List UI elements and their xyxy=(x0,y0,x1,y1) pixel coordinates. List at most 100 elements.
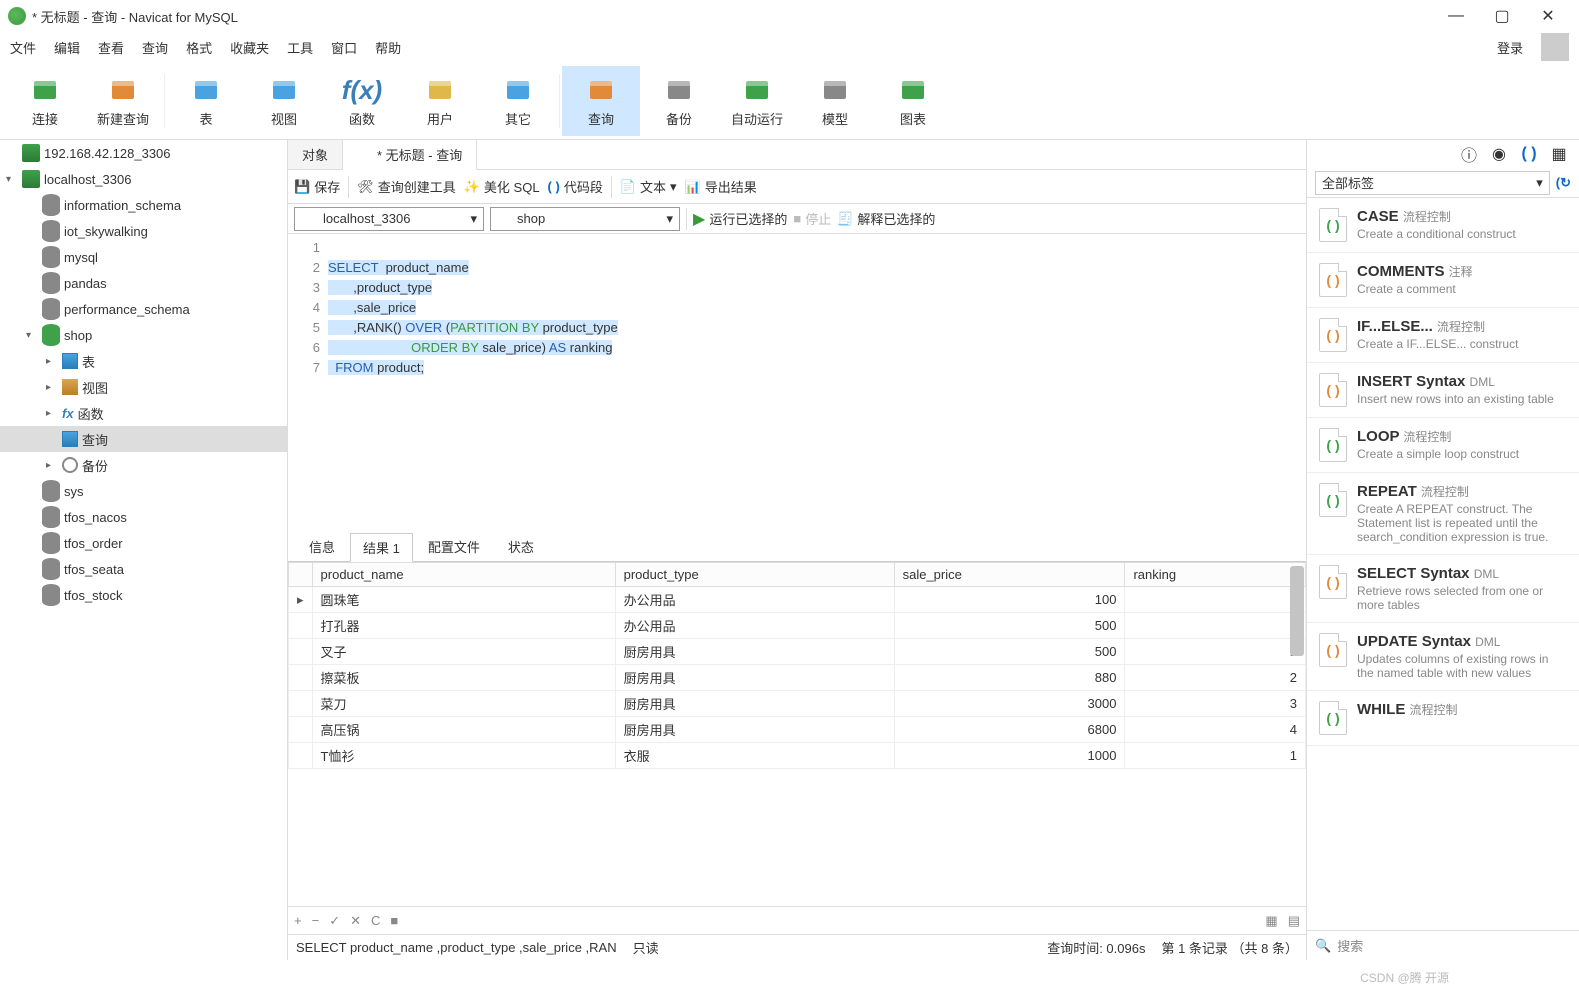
snippet-search[interactable]: 🔍 搜索 xyxy=(1307,930,1579,960)
toolbar-backup-icon[interactable]: 备份 xyxy=(640,66,718,136)
table-row[interactable]: 叉子厨房用具5001 xyxy=(289,639,1306,665)
tree-node[interactable]: pandas xyxy=(0,270,287,296)
minimize-button[interactable]: — xyxy=(1433,0,1479,32)
snippet-item[interactable]: ( )UPDATE Syntax DMLUpdates columns of e… xyxy=(1307,623,1579,691)
table-row[interactable]: T恤衫衣服10001 xyxy=(289,743,1306,769)
maximize-button[interactable]: ▢ xyxy=(1479,0,1525,32)
snippet-tab-icon[interactable]: ( ) xyxy=(1519,144,1539,164)
tree-node[interactable]: ▸视图 xyxy=(0,374,287,400)
snippet-item[interactable]: ( )CASE 流程控制Create a conditional constru… xyxy=(1307,198,1579,253)
snippet-item[interactable]: ( )INSERT Syntax DMLInsert new rows into… xyxy=(1307,363,1579,418)
tree-node[interactable]: information_schema xyxy=(0,192,287,218)
table-row[interactable]: 高压锅厨房用具68004 xyxy=(289,717,1306,743)
menu-window[interactable]: 窗口 xyxy=(331,38,357,57)
menu-format[interactable]: 格式 xyxy=(186,38,212,57)
export-result-button[interactable]: 📊 导出结果 xyxy=(685,177,757,196)
menu-view[interactable]: 查看 xyxy=(98,38,124,57)
tree-node[interactable]: tfos_seata xyxy=(0,556,287,582)
database-select[interactable]: shop▾ xyxy=(490,207,680,231)
menu-login[interactable]: 登录 xyxy=(1497,38,1523,57)
commit-button[interactable]: ✓ xyxy=(329,913,340,929)
grid-view-button[interactable]: ▦ xyxy=(1265,913,1277,929)
table-row[interactable]: ▸圆珠笔办公用品1001 xyxy=(289,587,1306,613)
snippet-item[interactable]: ( )SELECT Syntax DMLRetrieve rows select… xyxy=(1307,555,1579,623)
expander-icon[interactable]: ▸ xyxy=(46,460,58,471)
vertical-scrollbar[interactable] xyxy=(1290,566,1304,656)
toolbar-auto-icon[interactable]: 自动运行 xyxy=(718,66,796,136)
toolbar-model-icon[interactable]: 模型 xyxy=(796,66,874,136)
result-grid[interactable]: product_nameproduct_typesale_pricerankin… xyxy=(288,562,1306,906)
menu-query[interactable]: 查询 xyxy=(142,38,168,57)
run-selected-button[interactable]: ▶ 运行已选择的 xyxy=(693,209,787,229)
expander-icon[interactable]: ▸ xyxy=(46,408,58,419)
toolbar-other-icon[interactable]: 其它 xyxy=(479,66,557,136)
snippet-item[interactable]: ( )REPEAT 流程控制Create A REPEAT construct.… xyxy=(1307,473,1579,555)
explain-button[interactable]: 🧾 解释已选择的 xyxy=(837,209,935,228)
info-tab-icon[interactable]: ⓘ xyxy=(1459,144,1479,164)
tree-node[interactable]: ▾shop xyxy=(0,322,287,348)
toolbar-user-icon[interactable]: 用户 xyxy=(401,66,479,136)
query-builder-button[interactable]: 🛠 查询创建工具 xyxy=(357,177,456,196)
tab-status[interactable]: 状态 xyxy=(495,532,547,561)
tag-filter-select[interactable]: 全部标签▾ xyxy=(1315,171,1550,195)
preview-tab-icon[interactable]: ◉ xyxy=(1489,144,1509,164)
menu-edit[interactable]: 编辑 xyxy=(54,38,80,57)
refresh-button[interactable]: C xyxy=(371,913,380,928)
close-button[interactable]: ✕ xyxy=(1525,0,1571,32)
menu-help[interactable]: 帮助 xyxy=(375,38,401,57)
table-row[interactable]: 打孔器办公用品5002 xyxy=(289,613,1306,639)
col-header[interactable]: sale_price xyxy=(894,563,1125,587)
cancel-button[interactable]: ✕ xyxy=(350,913,361,929)
tree-node[interactable]: tfos_nacos xyxy=(0,504,287,530)
tree-node[interactable]: 查询 xyxy=(0,426,287,452)
snippet-item[interactable]: ( )IF...ELSE... 流程控制Create a IF...ELSE..… xyxy=(1307,308,1579,363)
expander-icon[interactable]: ▾ xyxy=(26,330,38,341)
tree-node[interactable]: ▸fx函数 xyxy=(0,400,287,426)
refresh-snippets-button[interactable]: (↻ xyxy=(1556,175,1571,191)
tree-node[interactable]: tfos_order xyxy=(0,530,287,556)
remove-row-button[interactable]: − xyxy=(312,913,320,928)
expander-icon[interactable]: ▾ xyxy=(6,174,18,185)
tree-node[interactable]: ▾localhost_3306 xyxy=(0,166,287,192)
snippet-item[interactable]: ( )WHILE 流程控制 xyxy=(1307,691,1579,746)
user-avatar-icon[interactable] xyxy=(1541,33,1569,61)
tree-node[interactable]: iot_skywalking xyxy=(0,218,287,244)
save-button[interactable]: 💾 保存 xyxy=(294,177,340,196)
stop-grid-button[interactable]: ■ xyxy=(390,913,398,928)
menu-favorites[interactable]: 收藏夹 xyxy=(230,38,269,57)
connection-select[interactable]: localhost_3306▾ xyxy=(294,207,484,231)
snippet-list[interactable]: ( )CASE 流程控制Create a conditional constru… xyxy=(1307,198,1579,930)
tab-profile[interactable]: 配置文件 xyxy=(415,532,493,561)
table-row[interactable]: 擦菜板厨房用具8802 xyxy=(289,665,1306,691)
sql-editor[interactable]: 1234567 SELECT product_name ,product_typ… xyxy=(288,234,1306,534)
tree-node[interactable]: tfos_stock xyxy=(0,582,287,608)
stop-button[interactable]: ■ 停止 xyxy=(793,209,831,228)
tree-node[interactable]: sys xyxy=(0,478,287,504)
text-button[interactable]: 📄 文本 ▾ xyxy=(620,177,677,196)
tree-node[interactable]: ▸表 xyxy=(0,348,287,374)
expander-icon[interactable]: ▸ xyxy=(46,382,58,393)
toolbar-query-icon[interactable]: 查询 xyxy=(562,66,640,136)
beautify-sql-button[interactable]: ✨ 美化 SQL xyxy=(464,177,540,196)
menu-tools[interactable]: 工具 xyxy=(287,38,313,57)
table-row[interactable]: 菜刀厨房用具30003 xyxy=(289,691,1306,717)
tree-node[interactable]: ▸备份 xyxy=(0,452,287,478)
menu-file[interactable]: 文件 xyxy=(10,38,36,57)
grid-tab-icon[interactable]: ▦ xyxy=(1549,144,1569,164)
snippet-button[interactable]: ( ) 代码段 xyxy=(548,177,603,196)
toolbar-table-icon[interactable]: 表 xyxy=(167,66,245,136)
snippet-item[interactable]: ( )LOOP 流程控制Create a simple loop constru… xyxy=(1307,418,1579,473)
toolbar-function-icon[interactable]: f(x)函数 xyxy=(323,66,401,136)
col-header[interactable]: product_name xyxy=(312,563,615,587)
code-area[interactable]: SELECT product_name ,product_type ,sale_… xyxy=(328,234,618,534)
col-header[interactable]: ranking xyxy=(1125,563,1306,587)
tree-node[interactable]: mysql xyxy=(0,244,287,270)
tab-objects[interactable]: 对象 xyxy=(288,140,343,169)
add-row-button[interactable]: + xyxy=(294,913,302,928)
toolbar-chart-icon[interactable]: 图表 xyxy=(874,66,952,136)
tree-node[interactable]: performance_schema xyxy=(0,296,287,322)
tab-query[interactable]: * 无标题 - 查询 xyxy=(343,140,477,170)
toolbar-view-icon[interactable]: 视图 xyxy=(245,66,323,136)
toolbar-new-query-icon[interactable]: 新建查询 xyxy=(84,66,162,136)
col-header[interactable]: product_type xyxy=(615,563,894,587)
